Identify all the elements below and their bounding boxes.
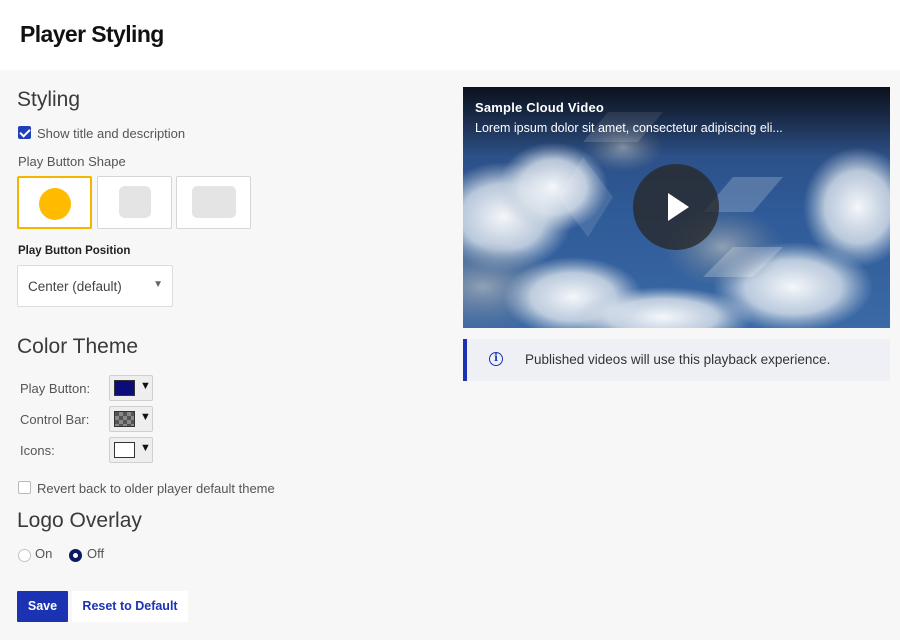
page-title: Player Styling <box>20 21 164 47</box>
save-button[interactable]: Save <box>17 591 68 622</box>
play-icon <box>668 193 689 221</box>
shape-option-rounded-square[interactable] <box>97 176 172 229</box>
caret-down-icon: ▼ <box>140 411 151 423</box>
reset-to-default-button[interactable]: Reset to Default <box>72 591 188 622</box>
icons-color-picker[interactable]: ▼ <box>109 437 153 463</box>
play-button-shape-label: Play Button Shape <box>18 154 126 169</box>
video-preview[interactable]: Sample Cloud Video Lorem ipsum dolor sit… <box>463 87 890 328</box>
control-bar-color-picker[interactable]: ▼ <box>109 406 153 432</box>
logo-overlay-heading: Logo Overlay <box>17 509 142 532</box>
logo-overlay-on-radio[interactable] <box>18 549 31 562</box>
play-button-color-label: Play Button: <box>20 381 91 396</box>
caret-down-icon: ▼ <box>140 380 151 392</box>
control-bar-color-label: Control Bar: <box>20 412 90 427</box>
top-bar: Player Styling <box>0 0 900 70</box>
rounded-square-shape-icon <box>119 186 151 218</box>
info-banner: i Published videos will use this playbac… <box>463 339 890 381</box>
caret-down-icon: ▼ <box>153 279 163 290</box>
play-button[interactable] <box>633 164 719 250</box>
control-bar-color-swatch <box>114 411 135 427</box>
icons-color-label: Icons: <box>20 443 55 458</box>
logo-overlay-off-label: Off <box>87 546 105 561</box>
rounded-rectangle-shape-icon <box>192 186 236 218</box>
show-title-checkbox[interactable] <box>18 126 31 139</box>
play-button-color-picker[interactable]: ▼ <box>109 375 153 401</box>
play-button-position-label: Play Button Position <box>18 245 131 257</box>
revert-theme-label: Revert back to older player default them… <box>37 481 275 496</box>
logo-overlay-on-label: On <box>35 546 53 561</box>
show-title-label: Show title and description <box>37 126 186 141</box>
circle-shape-icon <box>39 188 71 220</box>
play-button-color-swatch <box>114 380 135 396</box>
play-button-position-value: Center (default) <box>28 279 122 294</box>
revert-theme-checkbox[interactable] <box>18 481 31 494</box>
info-icon: i <box>489 352 503 366</box>
logo-overlay-off-radio[interactable] <box>69 549 82 562</box>
video-description: Lorem ipsum dolor sit amet, consectetur … <box>475 121 783 135</box>
styling-heading: Styling <box>17 88 81 111</box>
info-banner-text: Published videos will use this playback … <box>525 352 831 367</box>
caret-down-icon: ▼ <box>140 442 151 454</box>
icons-color-swatch <box>114 442 135 458</box>
play-button-position-select[interactable]: Center (default) ▼ <box>17 265 173 307</box>
color-theme-heading: Color Theme <box>17 335 138 358</box>
video-title: Sample Cloud Video <box>475 100 605 115</box>
shape-option-rounded-rectangle[interactable] <box>176 176 251 229</box>
shape-option-circle[interactable] <box>17 176 92 229</box>
